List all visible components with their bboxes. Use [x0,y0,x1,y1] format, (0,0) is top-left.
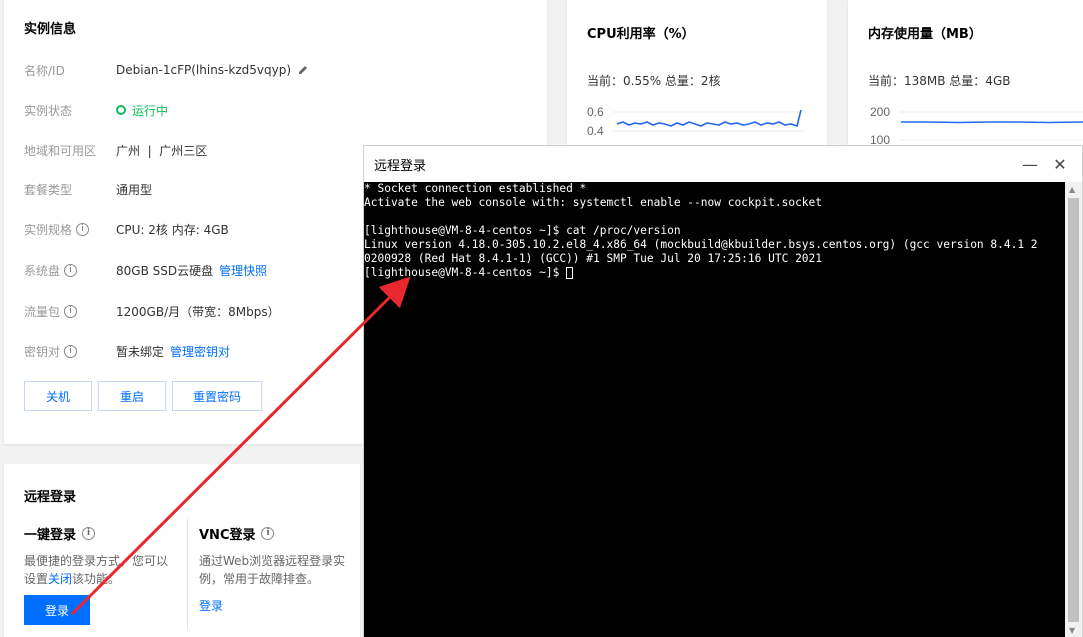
terminal-prompt-line: [lighthouse@VM-8-4-centos ~]$ [364,266,1066,280]
info-label-status: 实例状态 [24,103,73,118]
instance-name-value: Debian-1cFP(lhins-kzd5vqyp) [116,63,291,77]
vnc-login-title: VNC登录 [199,528,256,543]
terminal-window-title: 远程登录 [374,159,427,174]
scroll-up-arrow-icon[interactable]: ▲ [1069,185,1075,194]
info-label-plan: 套餐类型 [24,182,73,197]
memory-usage-card: 内存使用量（MB） 当前：138MB 总量：4GB 200 100 [848,0,1083,146]
info-icon[interactable]: i [82,527,96,540]
info-label-disk: 系统盘 [24,263,61,278]
instance-info-title: 实例信息 [24,22,77,37]
terminal-prompt: [lighthouse@VM-8-4-centos ~]$ [364,266,567,279]
terminal-titlebar[interactable]: 远程登录 — ✕ [364,146,1082,182]
restart-button[interactable]: 重启 [98,381,166,411]
cpu-summary: 当前：0.55% 总量：2核 [587,74,721,88]
terminal-line: 0200928 (Red Hat 8.4.1-1) (GCC)) #1 SMP … [364,252,823,265]
instance-status-value: 运行中 [132,103,169,118]
running-status-icon [116,105,126,115]
scrollbar-thumb[interactable] [1068,198,1079,622]
manage-keypair-link[interactable]: 管理密钥对 [170,343,230,360]
info-icon[interactable]: i [64,304,78,318]
one-click-desc-post: 该功能。 [72,572,121,586]
one-click-login-heading: 一键登录 i [24,524,96,543]
info-icon[interactable]: i [64,344,78,358]
one-click-desc-line1: 最便捷的登录方式，您可以 [24,554,169,568]
spec-value: CPU: 2核 内存: 4GB [116,222,229,237]
terminal-line: Linux version 4.18.0-305.10.2.el8_4.x86_… [364,238,1038,251]
vnc-desc-line2: 例，常用于故障排查。 [199,572,320,586]
one-click-login-button[interactable]: 登录 [24,595,90,625]
vnc-login-link[interactable]: 登录 [199,597,223,614]
mem-ytick-high: 200 [870,105,890,119]
login-divider [187,519,188,629]
terminal-output: * Socket connection established * Activa… [364,182,1066,280]
info-row-plan: 套餐类型 通用型 [24,179,152,199]
mem-summary: 当前：138MB 总量：4GB [868,74,1011,88]
plan-type-value: 通用型 [116,182,153,197]
manage-snapshot-link[interactable]: 管理快照 [219,262,267,279]
scroll-down-arrow-icon[interactable]: ▼ [1069,626,1075,635]
close-icon[interactable]: ✕ [1050,154,1070,174]
one-click-login-title: 一键登录 [24,528,77,543]
disable-feature-link[interactable]: 关闭 [48,572,72,586]
cpu-usage-card: CPU利用率（%） 当前：0.55% 总量：2核 0.6 0.4 [567,0,827,146]
disk-value: 80GB SSD云硬盘 [116,263,214,278]
info-icon[interactable]: i [64,263,78,277]
terminal-scrollbar[interactable]: ▲ ▼ [1065,182,1082,637]
region-value: 广州 | 广州三区 [116,143,208,158]
memory-series-line [901,121,1083,124]
remote-login-terminal-window: 远程登录 — ✕ * Socket connection established… [363,145,1083,637]
info-icon[interactable]: i [76,222,90,236]
cpu-sparkline: 0.6 0.4 [587,105,805,138]
remote-login-title: 远程登录 [24,490,77,505]
minimize-icon[interactable]: — [1020,154,1040,174]
info-label-region: 地域和可用区 [24,143,97,158]
keypair-value: 暂未绑定 [116,344,165,359]
terminal-line: Activate the web console with: systemctl… [364,196,823,209]
info-icon[interactable]: i [261,527,275,540]
cpu-ytick-high: 0.6 [587,105,604,119]
terminal-screen[interactable]: * Socket connection established * Activa… [364,182,1066,637]
vnc-login-heading: VNC登录 i [199,524,275,543]
info-row-name: 名称/ID Debian-1cFP(lhins-kzd5vqyp) [24,60,309,80]
edit-pencil-icon[interactable] [297,64,309,76]
info-label-spec: 实例规格 [24,222,73,237]
info-row-region: 地域和可用区 广州 | 广州三区 [24,140,207,160]
info-row-traffic: 流量包 i 1200GB/月（带宽：8Mbps） [24,301,280,321]
info-label-name: 名称/ID [24,63,65,78]
terminal-cursor [566,267,574,279]
info-row-keypair: 密钥对 i 暂未绑定 管理密钥对 [24,341,230,361]
traffic-value: 1200GB/月（带宽：8Mbps） [116,304,280,319]
reset-password-button[interactable]: 重置密码 [172,381,262,411]
info-row-disk: 系统盘 i 80GB SSD云硬盘 管理快照 [24,260,267,280]
cpu-card-title: CPU利用率（%） [587,27,695,42]
vnc-desc-line1: 通过Web浏览器远程登录实 [199,554,346,568]
info-row-spec: 实例规格 i CPU: 2核 内存: 4GB [24,219,229,239]
shutdown-button[interactable]: 关机 [24,381,92,411]
one-click-login-desc: 最便捷的登录方式，您可以 设置关闭该功能。 [24,552,168,588]
cpu-ytick-low: 0.4 [587,124,604,138]
memory-sparkline: 200 100 [870,105,1083,146]
remote-login-card: 远程登录 一键登录 i 最便捷的登录方式，您可以 设置关闭该功能。 登录 VNC… [4,464,360,637]
info-label-traffic: 流量包 [24,304,61,319]
terminal-line: * Socket connection established * [364,182,587,195]
info-label-keypair: 密钥对 [24,344,61,359]
terminal-line: [lighthouse@VM-8-4-centos ~]$ cat /proc/… [364,224,681,237]
one-click-desc-pre: 设置 [24,572,49,586]
vnc-login-desc: 通过Web浏览器远程登录实 例，常用于故障排查。 [199,552,345,588]
info-row-status: 实例状态 运行中 [24,100,168,120]
mem-card-title: 内存使用量（MB） [868,27,982,42]
